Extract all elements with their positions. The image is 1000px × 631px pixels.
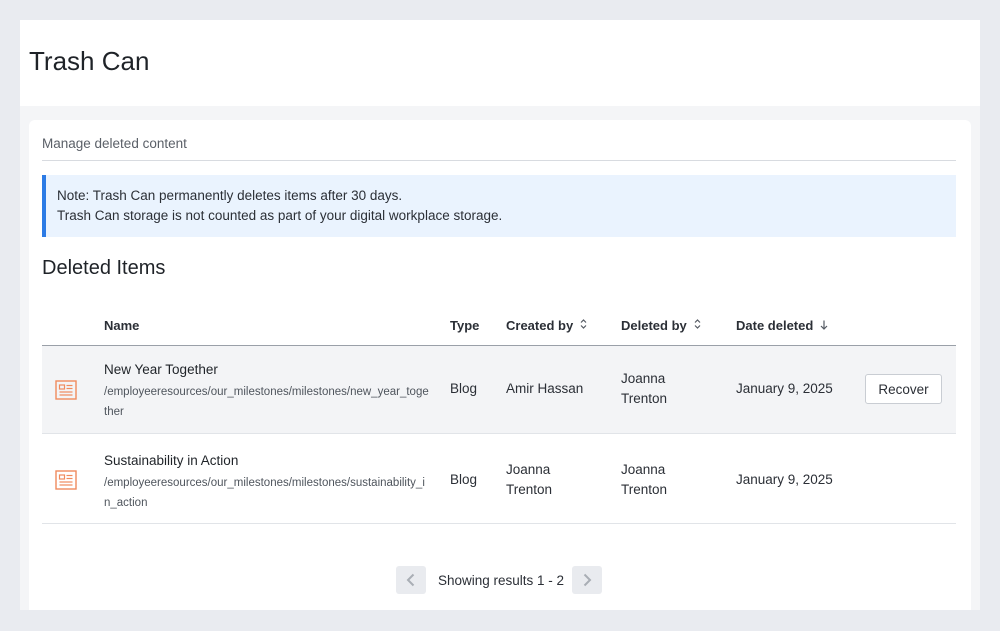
column-label: Type [450,318,480,333]
sort-toggle-icon [694,319,701,332]
chevron-left-icon [406,573,415,587]
item-date-deleted: January 9, 2025 [736,381,833,396]
item-date-deleted: January 9, 2025 [736,472,833,487]
blog-article-icon [55,380,77,400]
pagination: Showing results 1 - 2 [29,566,971,596]
content-card: Manage deleted content Note: Trash Can p… [29,120,971,610]
column-label: Date deleted [736,318,814,333]
chevron-right-icon [583,573,592,587]
column-label: Deleted by [621,318,687,333]
info-note: Note: Trash Can permanently deletes item… [42,175,956,237]
column-header-deleted-by[interactable]: Deleted by [621,318,701,333]
note-line-1: Note: Trash Can permanently deletes item… [57,188,403,203]
page-title: Trash Can [29,46,150,76]
sort-toggle-icon [580,319,587,332]
divider [42,160,956,161]
table-header: Name Type Created by Deleted by Date del… [42,306,956,346]
item-path: /employeeresources/our_milestones/milest… [104,386,429,418]
column-label: Name [104,318,140,333]
item-path: /employeeresources/our_milestones/milest… [104,477,425,509]
recover-button[interactable]: Recover [865,374,942,404]
table-row[interactable]: Sustainability in Action /employeeresour… [42,434,956,524]
previous-page-button[interactable] [396,566,426,594]
column-header-type: Type [450,318,479,333]
next-page-button[interactable] [572,566,602,594]
column-header-created-by[interactable]: Created by [506,318,587,333]
section-title: Deleted Items [42,257,166,279]
pagination-status: Showing results 1 - 2 [438,573,565,588]
page-subtitle: Manage deleted content [42,136,187,151]
item-type: Blog [450,472,478,487]
deleted-items-table: Name Type Created by Deleted by Date del… [42,306,956,524]
blog-article-icon [55,470,77,490]
page-header: Trash Can [20,20,980,106]
column-label: Created by [506,318,574,333]
item-deleted-by: Joanna Trenton [621,462,668,497]
note-line-2: Trash Can storage is not counted as part… [57,208,503,223]
item-type: Blog [450,381,478,396]
content-area: Manage deleted content Note: Trash Can p… [20,106,980,610]
item-created-by: Amir Hassan [506,381,584,396]
item-deleted-by: Joanna Trenton [621,371,668,406]
item-name[interactable]: New Year Together [104,360,218,380]
table-row[interactable]: New Year Together /employeeresources/our… [42,346,956,434]
sort-descending-icon [820,319,828,333]
item-name[interactable]: Sustainability in Action [104,451,238,471]
item-created-by: Joanna Trenton [506,462,553,497]
column-header-name: Name [104,318,139,333]
column-header-date-deleted[interactable]: Date deleted [736,318,828,333]
